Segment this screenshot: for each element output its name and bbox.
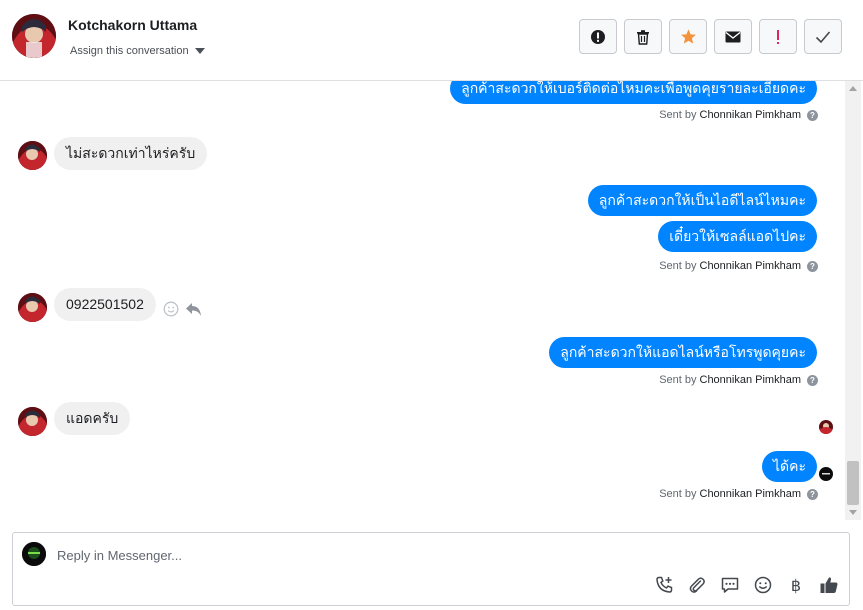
customer-avatar [18,141,47,170]
done-check-icon [815,30,831,43]
call-add-button[interactable] [654,575,674,595]
sent-by-line: Sent by Chonnikan Pimkham ? [659,109,818,121]
scroll-thumb[interactable] [847,461,859,505]
attach-icon [689,577,705,593]
page-delivered-avatar [819,467,833,481]
mark-important-button[interactable] [759,19,797,54]
mark-done-button[interactable] [804,19,842,54]
scroll-up-arrow-icon[interactable] [849,86,857,91]
contact-avatar[interactable] [12,14,56,58]
mark-spam-button[interactable] [579,19,617,54]
outgoing-message: ได้คะ [761,451,817,482]
spam-icon [591,29,605,44]
help-icon[interactable]: ? [807,260,818,272]
outgoing-message: เดี๋ยวให้เซลล์แอดไปคะ [658,221,817,252]
thread-scrollbar[interactable] [845,81,861,520]
delete-button[interactable] [624,19,662,54]
sender-name: Chonnikan Pimkham [699,488,802,500]
sent-by-prefix: Sent by [659,488,697,500]
incoming-message: ไม่สะดวกเท่าไหร่ครับ [54,137,208,170]
assign-label: Assign this conversation [70,45,189,57]
outgoing-message: ลูกค้าสะดวกให้แอดไลน์หรือโทรพูดคุยคะ [549,337,817,368]
important-icon [777,29,779,44]
help-icon[interactable]: ? [807,488,818,500]
incoming-message: 0922501502 [54,288,156,321]
saved-replies-button[interactable] [720,575,740,595]
like-icon [820,577,838,593]
reply-input[interactable] [57,545,757,565]
help-icon[interactable]: ? [807,109,818,121]
message-hover-tools [163,301,202,317]
help-icon[interactable]: ? [807,374,818,386]
saved-replies-icon [721,577,739,593]
caret-down-icon [194,48,205,54]
attach-button[interactable] [687,575,707,595]
mail-icon [725,31,741,42]
sent-by-line: Sent by Chonnikan Pimkham ? [659,374,818,386]
conversation-actions [579,19,842,54]
page-avatar [22,542,46,566]
outgoing-message: ลูกค้าสะดวกให้เป็นไอดีไลน์ไหมคะ [587,185,817,216]
sender-name: Chonnikan Pimkham [699,260,802,272]
emoji-button[interactable] [753,575,773,595]
reply-composer: ฿ [12,532,850,606]
sender-name: Chonnikan Pimkham [699,109,802,121]
star-icon [680,29,696,44]
assign-conversation-dropdown[interactable]: Assign this conversation [70,45,205,57]
trash-icon [637,29,649,45]
reply-icon[interactable] [185,302,202,317]
scroll-down-arrow-icon[interactable] [849,510,857,515]
sent-by-prefix: Sent by [659,374,697,386]
sent-by-prefix: Sent by [659,260,697,272]
payment-button[interactable]: ฿ [786,575,806,595]
customer-avatar [18,293,47,322]
star-button[interactable] [669,19,707,54]
contact-name: Kotchakorn Uttama [68,17,198,33]
seen-avatar [819,420,833,434]
incoming-message: แอดครับ [54,402,131,435]
sent-by-line: Sent by Chonnikan Pimkham ? [659,488,818,500]
sent-by-prefix: Sent by [659,109,697,121]
outgoing-message: ลูกค้าสะดวกให้เบอร์ติดต่อไหมคะเพื่อพูดคุ… [450,81,817,104]
sent-by-line: Sent by Chonnikan Pimkham ? [659,260,818,272]
baht-payment-icon: ฿ [790,575,802,595]
conversation-header: Kotchakorn Uttama Assign this conversati… [0,0,863,81]
sender-name: Chonnikan Pimkham [699,374,802,386]
message-thread: ลูกค้าสะดวกให้เบอร์ติดต่อไหมคะเพื่อพูดคุ… [0,81,845,520]
customer-avatar [18,407,47,436]
react-emoji-icon[interactable] [163,301,179,317]
like-button[interactable] [819,575,839,595]
emoji-icon [754,576,772,594]
mark-unread-button[interactable] [714,19,752,54]
call-add-icon [656,576,673,593]
composer-toolbar: ฿ [654,575,839,595]
